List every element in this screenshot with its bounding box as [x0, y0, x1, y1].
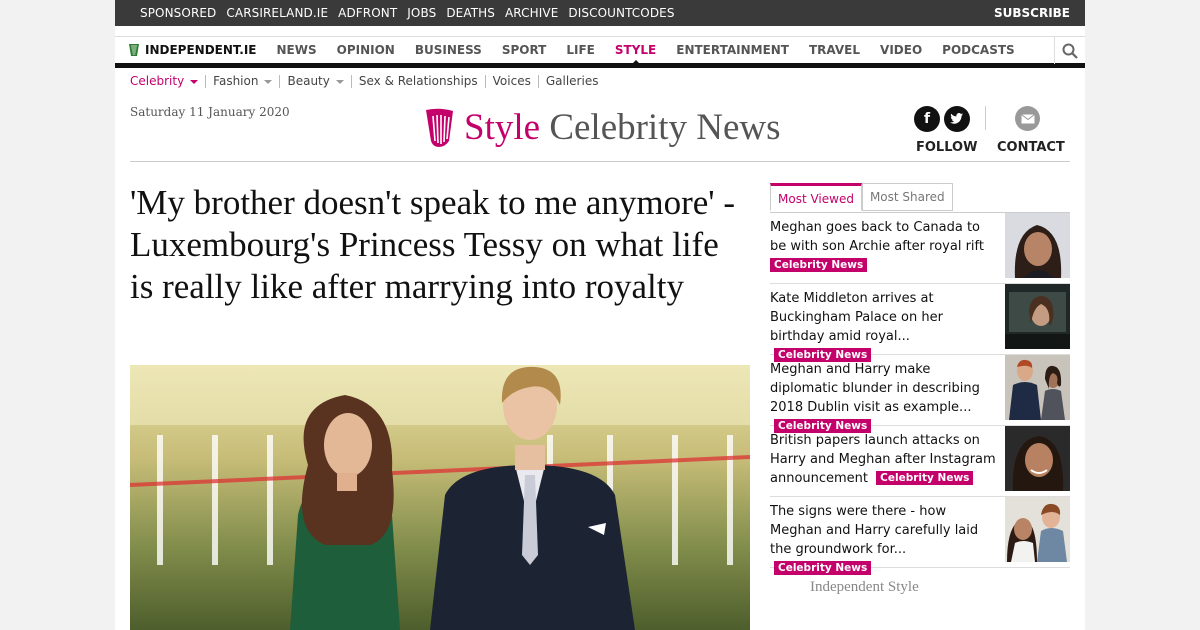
section-name: Celebrity News [549, 107, 781, 148]
hero-photo [130, 365, 750, 630]
utility-link-adfront[interactable]: ADFRONT [338, 6, 397, 20]
story-thumbnail[interactable] [1005, 497, 1070, 562]
utility-link-sponsored[interactable]: SPONSORED [140, 6, 216, 20]
story-tag[interactable]: Celebrity News [774, 561, 872, 575]
most-tabs: Most Viewed Most Shared [770, 183, 953, 211]
mail-icon[interactable] [1015, 106, 1040, 131]
subnav-celebrity[interactable]: Celebrity [130, 75, 205, 88]
contact-label[interactable]: CONTACT [997, 140, 1065, 155]
twitter-icon[interactable] [944, 106, 970, 132]
nav-sport[interactable]: SPORT [502, 37, 547, 64]
story-title: The signs were there - how Meghan and Ha… [770, 504, 979, 557]
section-word: Style [464, 107, 541, 148]
search-icon [1062, 43, 1078, 59]
subnav-sex-relationships[interactable]: Sex & Relationships [350, 75, 485, 88]
subnav-galleries[interactable]: Galleries [537, 75, 606, 88]
list-item[interactable]: Meghan and Harry make diplomatic blunder… [770, 355, 1070, 433]
subnav-beauty[interactable]: Beauty [279, 75, 350, 88]
thumbnail-photo [1005, 213, 1070, 278]
envelope-icon [1020, 113, 1035, 123]
brand-logo[interactable]: INDEPENDENT.IE [128, 43, 257, 57]
story-thumbnail[interactable] [1005, 426, 1070, 491]
article-hero-image[interactable] [130, 365, 750, 630]
story-title: Meghan goes back to Canada to be with so… [770, 220, 984, 254]
utility-link-discountcodes[interactable]: DISCOUNTCODES [568, 6, 674, 20]
harp-icon [129, 44, 139, 56]
story-thumbnail[interactable] [1005, 284, 1070, 349]
nav-entertainment[interactable]: ENTERTAINMENT [676, 37, 789, 64]
subscribe-link[interactable]: SUBSCRIBE [994, 6, 1070, 20]
chevron-down-icon [190, 79, 199, 84]
social-links: f [914, 106, 970, 132]
thumbnail-photo [1005, 497, 1070, 562]
story-text: British papers launch attacks on Harry a… [770, 431, 998, 488]
header-divider [985, 106, 986, 130]
thumbnail-photo [1005, 284, 1070, 349]
harp-logo-icon [426, 108, 453, 147]
follow-label[interactable]: FOLLOW [916, 140, 977, 155]
story-title: Kate Middleton arrives at Buckingham Pal… [770, 291, 943, 344]
utility-link-deaths[interactable]: DEATHS [446, 6, 495, 20]
subnav-beauty-label: Beauty [287, 74, 330, 88]
brand-text: INDEPENDENT.IE [145, 43, 257, 57]
list-item[interactable]: Meghan goes back to Canada to be with so… [770, 213, 1070, 284]
main-nav: INDEPENDENT.IE NEWS OPINION BUSINESS SPO… [115, 36, 1085, 68]
list-item[interactable]: British papers launch attacks on Harry a… [770, 426, 1070, 497]
nav-life[interactable]: LIFE [566, 37, 595, 64]
story-thumbnail[interactable] [1005, 355, 1070, 420]
sidebar-footer-label: Independent Style [810, 579, 919, 595]
utility-link-jobs[interactable]: JOBS [407, 6, 436, 20]
utility-link-archive[interactable]: ARCHIVE [505, 6, 558, 20]
tab-most-shared[interactable]: Most Shared [861, 183, 953, 211]
subnav-fashion-label: Fashion [213, 74, 259, 88]
chevron-down-icon [335, 79, 344, 84]
article-headline: 'My brother doesn't speak to me anymore'… [130, 183, 736, 306]
thumbnail-photo [1005, 355, 1070, 420]
nav-video[interactable]: VIDEO [880, 37, 922, 64]
nav-opinion[interactable]: OPINION [337, 37, 395, 64]
search-button[interactable] [1054, 37, 1085, 64]
page: SPONSORED CARSIRELAND.IE ADFRONT JOBS DE… [115, 0, 1085, 630]
list-item[interactable]: The signs were there - how Meghan and Ha… [770, 497, 1070, 575]
nav-news[interactable]: NEWS [277, 37, 317, 64]
story-tag[interactable]: Celebrity News [770, 258, 868, 272]
nav-style[interactable]: STYLE [615, 37, 656, 65]
subnav-celebrity-label: Celebrity [130, 74, 185, 88]
nav-travel[interactable]: TRAVEL [809, 37, 860, 64]
subnav-voices[interactable]: Voices [484, 75, 538, 88]
nav-podcasts[interactable]: PODCASTS [942, 37, 1015, 64]
utility-bar: SPONSORED CARSIRELAND.IE ADFRONT JOBS DE… [115, 0, 1085, 26]
section-title[interactable]: Style Celebrity News [423, 106, 781, 149]
story-thumbnail[interactable] [1005, 213, 1070, 278]
story-text: The signs were there - how Meghan and Ha… [770, 502, 998, 578]
story-title: Meghan and Harry make diplomatic blunder… [770, 362, 980, 415]
story-text: Meghan goes back to Canada to be with so… [770, 218, 998, 275]
sub-nav: Celebrity Fashion Beauty Sex & Relations… [130, 75, 605, 88]
utility-links: SPONSORED CARSIRELAND.IE ADFRONT JOBS DE… [140, 6, 675, 20]
facebook-icon[interactable]: f [914, 106, 940, 132]
story-text: Meghan and Harry make diplomatic blunder… [770, 360, 998, 436]
twitter-bird-icon [950, 113, 963, 124]
header-rule [130, 161, 1070, 162]
story-tag[interactable]: Celebrity News [876, 471, 974, 485]
thumbnail-photo [1005, 426, 1070, 491]
page-date: Saturday 11 January 2020 [130, 105, 290, 119]
story-text: Kate Middleton arrives at Buckingham Pal… [770, 289, 998, 365]
subnav-fashion[interactable]: Fashion [205, 75, 279, 88]
utility-link-carsireland[interactable]: CARSIRELAND.IE [226, 6, 328, 20]
list-item[interactable]: Kate Middleton arrives at Buckingham Pal… [770, 284, 1070, 362]
tab-most-viewed[interactable]: Most Viewed [770, 183, 862, 211]
chevron-down-icon [264, 79, 273, 84]
nav-business[interactable]: BUSINESS [415, 37, 482, 64]
section-title-text: Style Celebrity News [464, 106, 781, 149]
